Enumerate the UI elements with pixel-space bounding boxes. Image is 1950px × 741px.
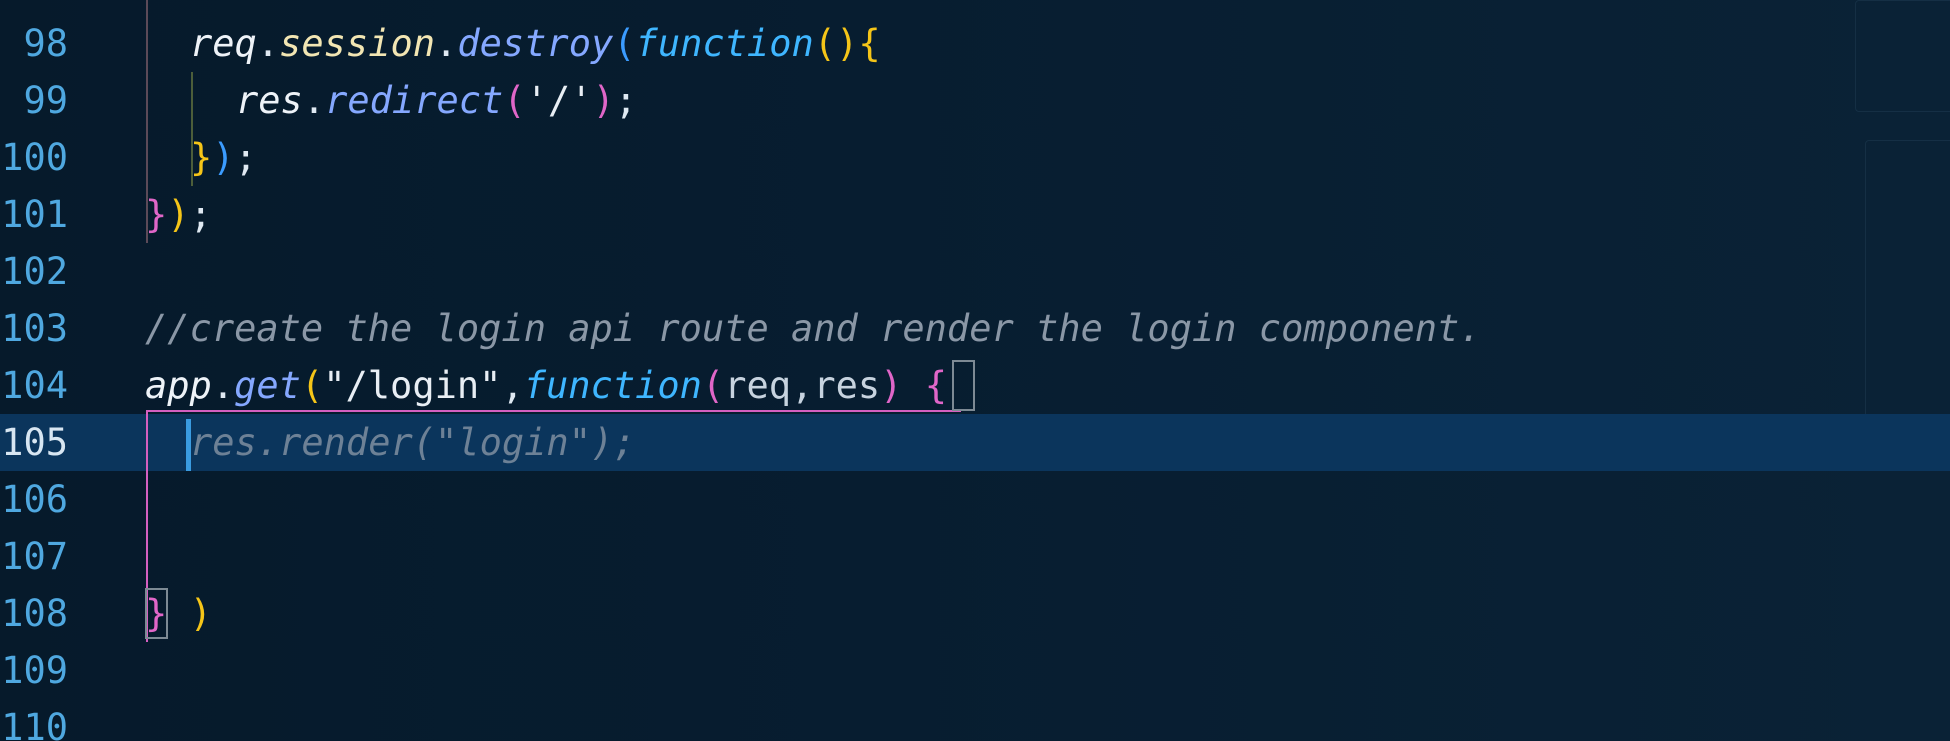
code-token: get <box>234 364 301 407</box>
code-token: } <box>145 193 168 236</box>
code-token: function <box>635 22 814 65</box>
code-token: ; <box>234 136 257 179</box>
code-token: req,res <box>724 364 881 407</box>
line-number: 104 <box>1 364 68 407</box>
background-decoration <box>1855 0 1950 112</box>
code-token: . <box>435 22 458 65</box>
code-line[interactable]: app.get("/login",function(req,res) { <box>145 357 947 414</box>
line-number: 99 <box>23 79 68 122</box>
bracket-match-highlight <box>952 360 975 411</box>
code-token: ( <box>701 364 725 407</box>
background-decoration <box>1865 140 1950 442</box>
code-token: } <box>190 136 213 179</box>
line-number: 106 <box>1 478 68 521</box>
code-token: ; <box>189 193 212 236</box>
code-line[interactable]: res.redirect('/'); <box>236 72 637 129</box>
code-token: '/' <box>525 79 593 122</box>
line-number: 109 <box>1 649 68 692</box>
line-number: 103 <box>1 307 68 350</box>
code-token: redirect <box>325 79 504 122</box>
code-token: , <box>501 364 524 407</box>
code-token: function <box>523 364 702 407</box>
bracket-match-highlight <box>145 588 168 639</box>
code-comment[interactable]: //create the login api route and render … <box>145 300 1482 357</box>
code-token: ) <box>189 592 212 635</box>
line-number: 100 <box>1 136 68 179</box>
line-number: 110 <box>1 706 68 741</box>
code-line[interactable]: req.session.destroy(function(){ <box>190 15 881 72</box>
code-token: . <box>302 79 326 122</box>
line-number: 102 <box>1 250 68 293</box>
code-line[interactable]: }); <box>190 129 257 186</box>
code-token: . <box>256 22 280 65</box>
code-token: req <box>190 22 257 65</box>
line-number: 108 <box>1 592 68 635</box>
code-editor[interactable]: 98 99 100 101 102 103 104 105 106 107 10… <box>0 0 1950 741</box>
code-token: destroy <box>457 22 614 65</box>
code-token: ) <box>212 136 235 179</box>
code-token: ; <box>614 79 637 122</box>
code-line[interactable]: }); <box>145 186 212 243</box>
code-token: . <box>211 364 235 407</box>
code-token: res <box>236 79 303 122</box>
code-token: ) <box>167 193 190 236</box>
code-token: ( <box>300 364 324 407</box>
matching-bracket-open: { <box>924 364 947 407</box>
line-number: 98 <box>23 22 68 65</box>
line-number: 101 <box>1 193 68 236</box>
code-token: app <box>145 364 212 407</box>
inline-suggestion[interactable]: res.render("login"); <box>190 414 636 471</box>
line-number: 107 <box>1 535 68 578</box>
code-token: ( <box>503 79 526 122</box>
code-token: ( <box>613 22 636 65</box>
code-token: "/login" <box>323 364 502 407</box>
code-token: session <box>279 22 436 65</box>
code-token: { <box>858 22 881 65</box>
code-token: ) <box>880 364 903 407</box>
code-token: () <box>813 22 859 65</box>
line-number-active: 105 <box>1 421 68 464</box>
code-token: ) <box>592 79 615 122</box>
